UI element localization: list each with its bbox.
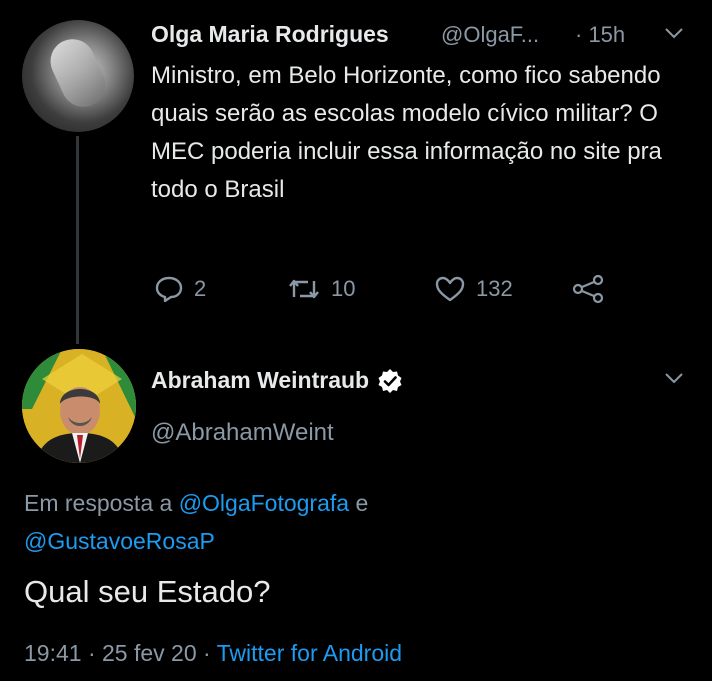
caret-down-icon [665, 28, 683, 39]
avatar-olga[interactable] [22, 20, 134, 132]
thread-line [76, 136, 79, 344]
tweet2-datetime: 19:41 · 25 fev 20 · [24, 640, 217, 666]
tweet2-author-name[interactable]: Abraham Weintraub [151, 367, 403, 394]
avatar-photo [22, 349, 136, 463]
reply-count: 2 [194, 276, 207, 301]
avatar-photo [43, 31, 113, 115]
avatar-abraham[interactable] [22, 349, 136, 463]
tweet2-text: Qual seu Estado? [24, 574, 271, 609]
retweet-button[interactable]: 10 [287, 274, 355, 304]
reply-context: Em resposta a @OlgaFotografa e @Gustavoe… [24, 484, 624, 560]
tweet2-author-handle[interactable]: @AbrahamWeint [151, 419, 334, 447]
tweet2-meta: 19:41 · 25 fev 20 · Twitter for Android [24, 640, 402, 667]
reply-button[interactable]: 2 [154, 274, 206, 304]
retweet-icon [289, 279, 319, 299]
tweet1-timestamp[interactable]: · 15h [575, 22, 625, 48]
tweet2-menu-button[interactable] [664, 371, 684, 390]
caret-down-icon [665, 373, 683, 384]
mention-olga[interactable]: @OlgaFotografa [179, 490, 349, 516]
tweet1-menu-button[interactable] [664, 26, 684, 45]
share-icon [572, 274, 604, 304]
like-button[interactable]: 132 [434, 274, 513, 304]
like-count: 132 [476, 276, 513, 301]
like-icon [435, 276, 465, 302]
tweet1-author-name[interactable]: Olga Maria Rodrigues [151, 21, 389, 48]
verified-badge-icon [378, 368, 402, 393]
mention-joiner: e [349, 490, 369, 516]
reply-icon [155, 276, 183, 303]
tweet1-author-handle[interactable]: @OlgaF... [441, 22, 539, 48]
share-button[interactable] [571, 274, 615, 304]
mention-gustavo[interactable]: @GustavoeRosaP [24, 528, 215, 554]
tweet1-text: Ministro, em Belo Horizonte, como fico s… [151, 62, 662, 203]
reply-prefix: Em resposta a [24, 490, 179, 516]
retweet-count: 10 [331, 276, 356, 301]
tweet2-author-name-text: Abraham Weintraub [151, 367, 370, 393]
tweet2-source-link[interactable]: Twitter for Android [217, 640, 402, 666]
